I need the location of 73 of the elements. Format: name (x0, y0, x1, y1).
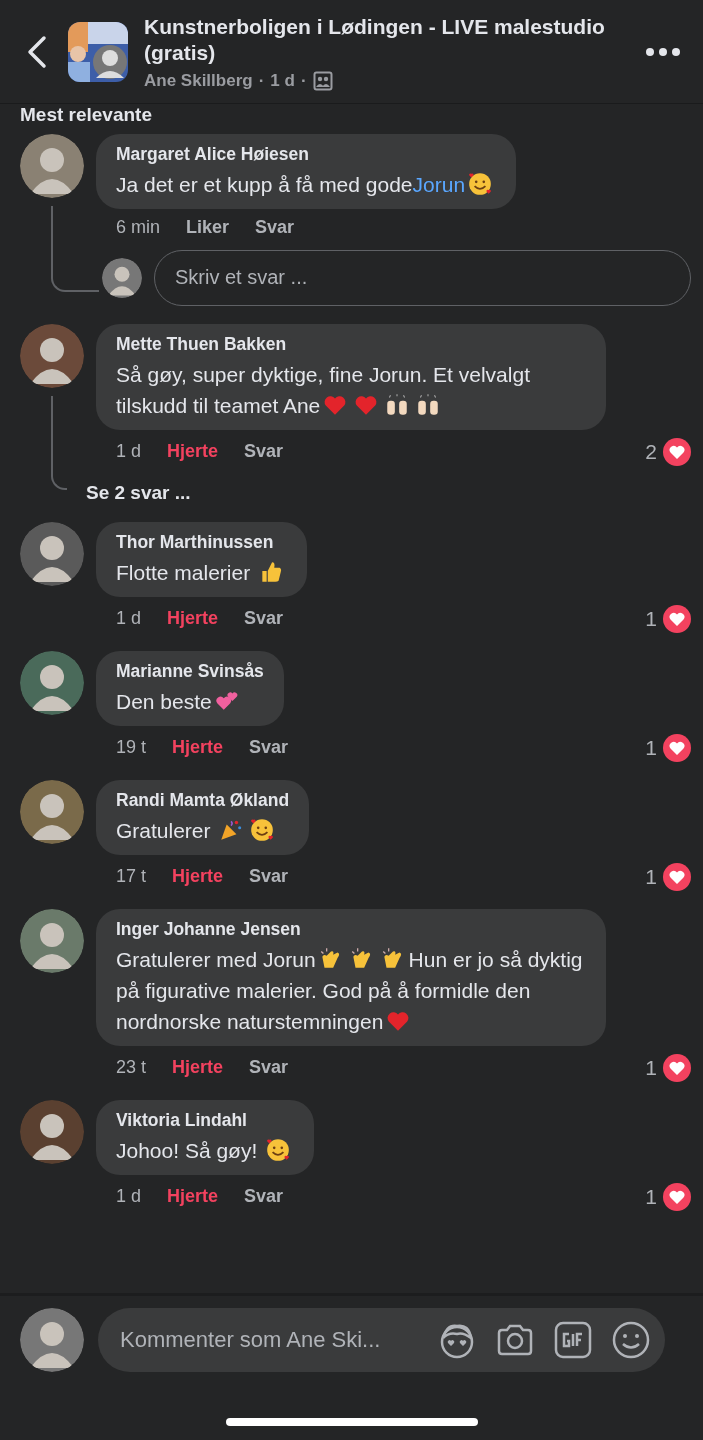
heart-reaction-icon (663, 604, 691, 633)
reaction-count: 1 (645, 606, 657, 631)
avatar (20, 323, 84, 388)
group-icon (312, 70, 333, 91)
react-link[interactable]: Liker (186, 216, 230, 238)
heart-reaction-icon (663, 733, 691, 762)
avatar (20, 650, 84, 715)
react-link[interactable]: Hjerte (172, 866, 224, 887)
reply-field[interactable]: Skriv et svar ... (154, 249, 691, 306)
emoji-icon[interactable] (611, 1320, 651, 1360)
reaction-count: 1 (645, 735, 657, 760)
avatar (20, 1308, 84, 1372)
comment-time: 1 d (116, 441, 142, 462)
smiling-face-with-hearts-icon (249, 816, 276, 843)
comment-text: Gratulerer (116, 814, 290, 846)
heart-reaction-icon (663, 437, 691, 466)
gif-icon[interactable] (553, 1320, 593, 1360)
heart-reaction-icon (663, 1053, 691, 1082)
comment-time: 23 t (116, 1057, 147, 1078)
avatar (20, 521, 84, 586)
heart-reaction-icon (663, 1182, 691, 1211)
more-icon[interactable] (645, 47, 681, 58)
react-link[interactable]: Hjerte (167, 1186, 219, 1207)
commenter-name[interactable]: Thor Marthinussen (116, 531, 288, 553)
comment-text: Flotte malerier (116, 556, 288, 588)
comment-text: Ja det er et kupp å få med godeJorun (116, 168, 497, 200)
avatar (20, 908, 84, 973)
separator-dot: · (300, 70, 307, 91)
comment-text: Gratulerer med Jorun Hun er jo så dyktig på figurative malerier. God på å formidle den nordnorske naturstemningen (116, 944, 584, 1036)
reply-link[interactable]: Svar (244, 608, 284, 629)
reaction-count: 2 (645, 439, 657, 464)
reply-link[interactable]: Svar (249, 1057, 289, 1078)
comment-field[interactable]: Kommenter som Ane Ski... (118, 1326, 419, 1354)
view-replies-link[interactable]: Se 2 svar ... (86, 481, 191, 504)
react-link[interactable]: Hjerte (172, 737, 224, 758)
commenter-name[interactable]: Mette Thuen Bakken (116, 333, 586, 355)
reply-link[interactable]: Svar (249, 866, 289, 887)
post-age: 1 d (270, 70, 295, 91)
avatar (102, 257, 142, 298)
heart-reaction-icon (663, 862, 691, 891)
comment-text: Johoo! Så gøy! (116, 1134, 295, 1166)
reply-link[interactable]: Svar (244, 1186, 284, 1207)
reaction-count: 1 (645, 1184, 657, 1209)
comment-time: 1 d (116, 608, 142, 629)
author-name[interactable]: Ane Skillberg (144, 70, 253, 91)
reaction-count: 1 (645, 864, 657, 889)
react-link[interactable]: Hjerte (167, 441, 219, 462)
avatar (20, 133, 84, 198)
commenter-name[interactable]: Marianne Svinsås (116, 660, 264, 682)
comment-time: 19 t (116, 737, 147, 758)
reply-link[interactable]: Svar (249, 737, 289, 758)
separator-dot: · (258, 70, 265, 91)
reply-link[interactable]: Svar (244, 441, 284, 462)
react-link[interactable]: Hjerte (167, 608, 219, 629)
post-title: Kunstnerboligen i Lødingen - LIVE malestudio (gratis) (144, 14, 606, 67)
comment-text: Så gøy, super dyktige, fine Jorun. Et velvalgt tilskudd til teamet Ane (116, 361, 531, 420)
commenter-name[interactable]: Inger Johanne Jensen (116, 918, 586, 940)
commenter-name[interactable]: Randi Mamta Økland (116, 789, 290, 811)
comment-time: 1 d (116, 1186, 142, 1207)
avatar (20, 779, 84, 844)
commenter-name[interactable]: Viktoria Lindahl (116, 1109, 295, 1131)
sort-label[interactable]: Mest relevante (0, 103, 703, 134)
comment-text: Den beste (116, 685, 264, 717)
react-link[interactable]: Hjerte (172, 1057, 224, 1078)
smiling-face-with-hearts-icon (265, 1136, 292, 1163)
mention-link[interactable]: Jorun (412, 172, 466, 196)
avatar (20, 1099, 84, 1164)
commenter-name[interactable]: Margaret Alice Høiesen (116, 143, 497, 165)
smiling-face-with-hearts-icon (467, 170, 494, 197)
comment-time: 17 t (116, 866, 147, 887)
comment-time: 6 min (116, 216, 160, 238)
reaction-count: 1 (645, 1055, 657, 1080)
reply-link[interactable]: Svar (255, 216, 295, 238)
